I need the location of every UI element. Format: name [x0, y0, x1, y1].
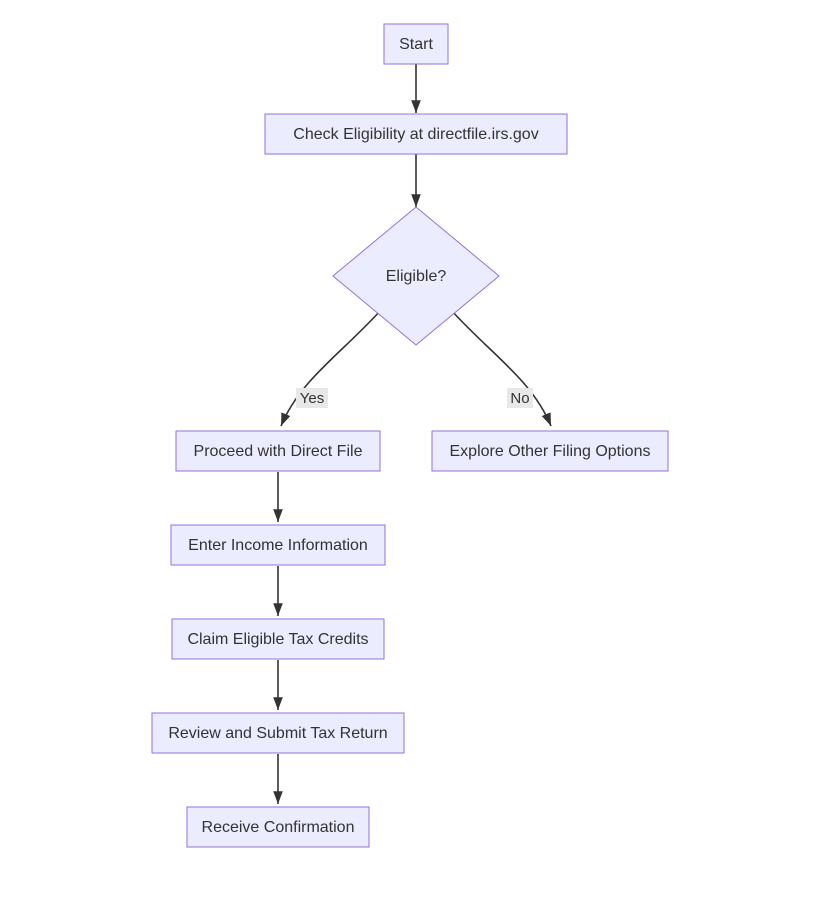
edge-label-no: No — [510, 390, 529, 407]
node-confirm-label: Receive Confirmation — [202, 819, 355, 836]
node-other: Explore Other Filing Options — [432, 431, 668, 471]
node-review: Review and Submit Tax Return — [152, 713, 404, 753]
node-check-label: Check Eligibility at directfile.irs.gov — [293, 126, 538, 143]
node-confirm: Receive Confirmation — [187, 807, 369, 847]
node-credits: Claim Eligible Tax Credits — [172, 619, 384, 659]
node-proceed: Proceed with Direct File — [176, 431, 380, 471]
node-start-label: Start — [399, 36, 433, 53]
edge-label-yes: Yes — [300, 390, 324, 407]
node-income-label: Enter Income Information — [188, 537, 368, 554]
node-income: Enter Income Information — [171, 525, 385, 565]
node-credits-label: Claim Eligible Tax Credits — [187, 631, 368, 648]
node-eligible: Eligible? — [333, 207, 499, 345]
flowchart-diagram: Yes No Start Check Eligibility at direct… — [0, 0, 833, 903]
node-proceed-label: Proceed with Direct File — [194, 443, 363, 460]
node-start: Start — [384, 24, 448, 64]
node-eligible-label: Eligible? — [386, 268, 447, 285]
node-review-label: Review and Submit Tax Return — [168, 725, 387, 742]
node-check: Check Eligibility at directfile.irs.gov — [265, 114, 567, 154]
nodes-group: Start Check Eligibility at directfile.ir… — [152, 24, 668, 847]
edge-eligible-proceed — [281, 310, 381, 426]
node-other-label: Explore Other Filing Options — [450, 443, 651, 460]
edge-eligible-other — [451, 310, 551, 426]
